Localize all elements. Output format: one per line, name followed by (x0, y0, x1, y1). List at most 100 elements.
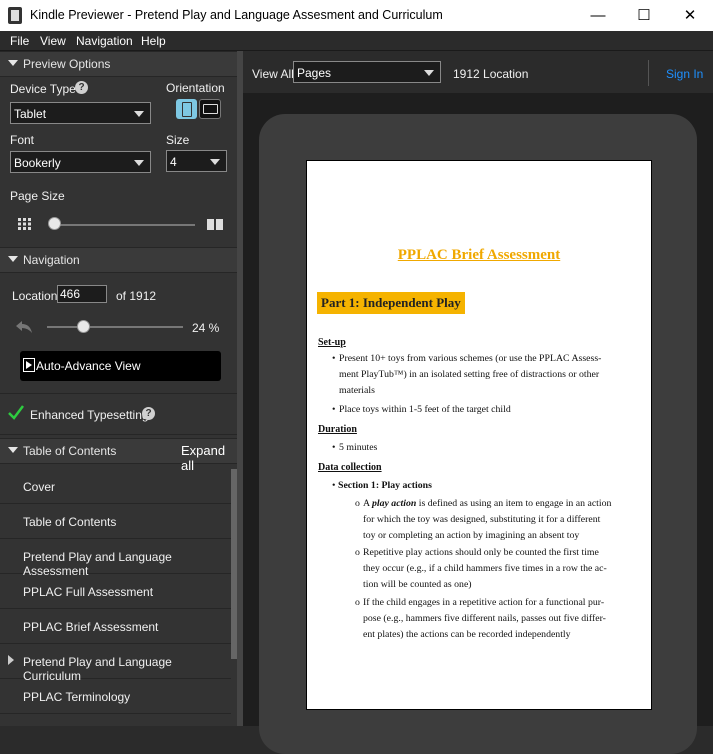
duration-bullet-1: 5 minutes (339, 442, 378, 453)
progress-percent: 24 % (192, 321, 220, 335)
collapse-triangle-icon (8, 256, 18, 262)
size-select[interactable]: 4 (166, 150, 227, 172)
menu-navigation[interactable]: Navigation (76, 34, 133, 48)
setup-bullet-1-line-1: Present 10+ toys from various schemes (o… (339, 353, 602, 364)
menu-view[interactable]: View (40, 34, 66, 48)
orientation-label: Orientation (166, 81, 225, 95)
chevron-down-icon (210, 159, 220, 165)
progress-slider-track[interactable] (47, 326, 183, 328)
window-title: Kindle Previewer - Pretend Play and Lang… (30, 8, 443, 22)
toc-item-cover[interactable]: Cover (0, 469, 231, 504)
toc-list: Cover Table of Contents Pretend Play and… (0, 469, 237, 726)
page-heading: PPLAC Brief Assessment (397, 247, 561, 263)
location-count: 1912 Location (453, 67, 529, 81)
maximize-button[interactable]: ☐ (621, 0, 667, 31)
bullet: • (332, 404, 336, 415)
grid-small-icon[interactable] (18, 218, 32, 230)
location-total: of 1912 (116, 289, 157, 303)
toc-item-curriculum[interactable]: Pretend Play and Language Curriculum (0, 644, 231, 683)
toc-item-table-of-contents[interactable]: Table of Contents (0, 504, 231, 539)
expand-triangle-icon[interactable] (8, 655, 14, 665)
chevron-down-icon (134, 111, 144, 117)
close-button[interactable]: ✕ (667, 0, 713, 31)
item-2-line-2: they occur (e.g., if a child hammers fiv… (363, 563, 607, 574)
bullet: • (332, 442, 336, 453)
toc-label: Table of Contents (23, 444, 117, 458)
size-value: 4 (170, 155, 177, 169)
toc-item-pplac-brief[interactable]: PPLAC Brief Assessment (0, 609, 231, 644)
toc-item-pplac-full[interactable]: PPLAC Full Assessment (0, 574, 231, 609)
item-1-prefix: A (363, 498, 372, 509)
setup-heading: Set-up (318, 337, 346, 348)
toc-item-terminology[interactable]: PPLAC Terminology (0, 679, 231, 714)
page-size-slider-thumb[interactable] (48, 217, 61, 230)
preview-options-header[interactable]: Preview Options (0, 51, 237, 77)
check-icon (8, 404, 24, 420)
font-value: Bookerly (14, 156, 61, 170)
landscape-orientation-button[interactable] (199, 99, 221, 119)
location-input[interactable] (57, 285, 107, 303)
device-type-label: Device Type (10, 82, 76, 96)
device-type-select[interactable]: Tablet (10, 102, 151, 124)
book-page: PPLAC Brief Assessment Part 1: Independe… (306, 160, 652, 710)
duration-heading: Duration (318, 424, 357, 435)
minimize-button[interactable]: — (575, 0, 621, 31)
grid-large-icon[interactable] (207, 219, 223, 230)
item-1-line-3: toy or completing an action by imagining… (363, 530, 580, 541)
toc-item-pretend-play-assessment[interactable]: Pretend Play and Language Assessment (0, 539, 231, 578)
item-3-line-2: pose (e.g., hammers five different nails… (363, 613, 606, 624)
bullet: • (332, 480, 336, 491)
collapse-triangle-icon (8, 447, 18, 453)
play-icon (23, 358, 35, 372)
bullet: • (332, 353, 336, 364)
navigation-header[interactable]: Navigation (0, 247, 237, 273)
auto-advance-button[interactable]: Auto-Advance View (20, 351, 221, 381)
back-arrow-icon[interactable] (14, 319, 34, 335)
preview-panel: View All Pages 1912 Location Sign In PPL… (243, 51, 713, 754)
view-mode-value: Pages (297, 66, 332, 80)
toc-item-label: PPLAC Brief Assessment (23, 620, 159, 634)
page-size-slider-track[interactable] (53, 224, 195, 226)
portrait-icon (182, 102, 192, 117)
preview-toolbar: View All Pages 1912 Location Sign In (243, 51, 713, 93)
item-2-line-1: Repetitive play actions should only be c… (363, 547, 599, 558)
item-2-line-3: tion will be counted as one) (363, 579, 472, 590)
sub-bullet: o (355, 597, 360, 608)
sign-in-link[interactable]: Sign In (666, 67, 703, 81)
size-label: Size (166, 133, 190, 147)
toolbar-divider (648, 60, 649, 86)
toc-item-label: Table of Contents (23, 515, 117, 529)
left-panel: Preview Options Device Type ? Orientatio… (0, 51, 237, 726)
location-label: Location (12, 289, 58, 303)
item-1-line-2: for which the toy was designed, substitu… (363, 514, 601, 525)
section-1-heading: Section 1: Play actions (338, 480, 432, 491)
collapse-triangle-icon (8, 60, 18, 66)
view-mode-select[interactable]: Pages (293, 61, 441, 83)
preview-options-label: Preview Options (23, 57, 111, 71)
setup-bullet-1-line-3: materials (339, 385, 375, 396)
toc-item-label: Cover (23, 480, 56, 494)
font-select[interactable]: Bookerly (10, 151, 151, 173)
title-bar: Kindle Previewer - Pretend Play and Lang… (0, 0, 713, 31)
setup-bullet-2: Place toys within 1-5 feet of the target… (339, 404, 511, 415)
help-icon[interactable]: ? (75, 81, 88, 94)
toc-header[interactable]: Table of Contents Expand all (0, 438, 237, 473)
menu-help[interactable]: Help (141, 34, 166, 48)
enhanced-typesetting-row: Enhanced Typesetting ? (0, 393, 237, 435)
item-3-line-3: ent plates) the actions can be recorded … (363, 629, 571, 640)
help-icon[interactable]: ? (142, 407, 155, 420)
chevron-down-icon (134, 160, 144, 166)
progress-slider-thumb[interactable] (77, 320, 90, 333)
item-1-line-1: A play action is defined as using an ite… (363, 498, 611, 509)
view-all-label: View All (252, 67, 294, 81)
device-type-value: Tablet (14, 107, 47, 121)
page-size-label: Page Size (10, 189, 65, 203)
portrait-orientation-button[interactable] (176, 99, 197, 119)
part-heading: Part 1: Independent Play (317, 292, 465, 314)
navigation-label: Navigation (23, 253, 80, 267)
sub-bullet: o (355, 498, 360, 509)
auto-advance-label: Auto-Advance View (36, 359, 141, 373)
menu-file[interactable]: File (10, 34, 29, 48)
landscape-icon (203, 104, 218, 114)
play-action-term: play action (371, 498, 417, 509)
